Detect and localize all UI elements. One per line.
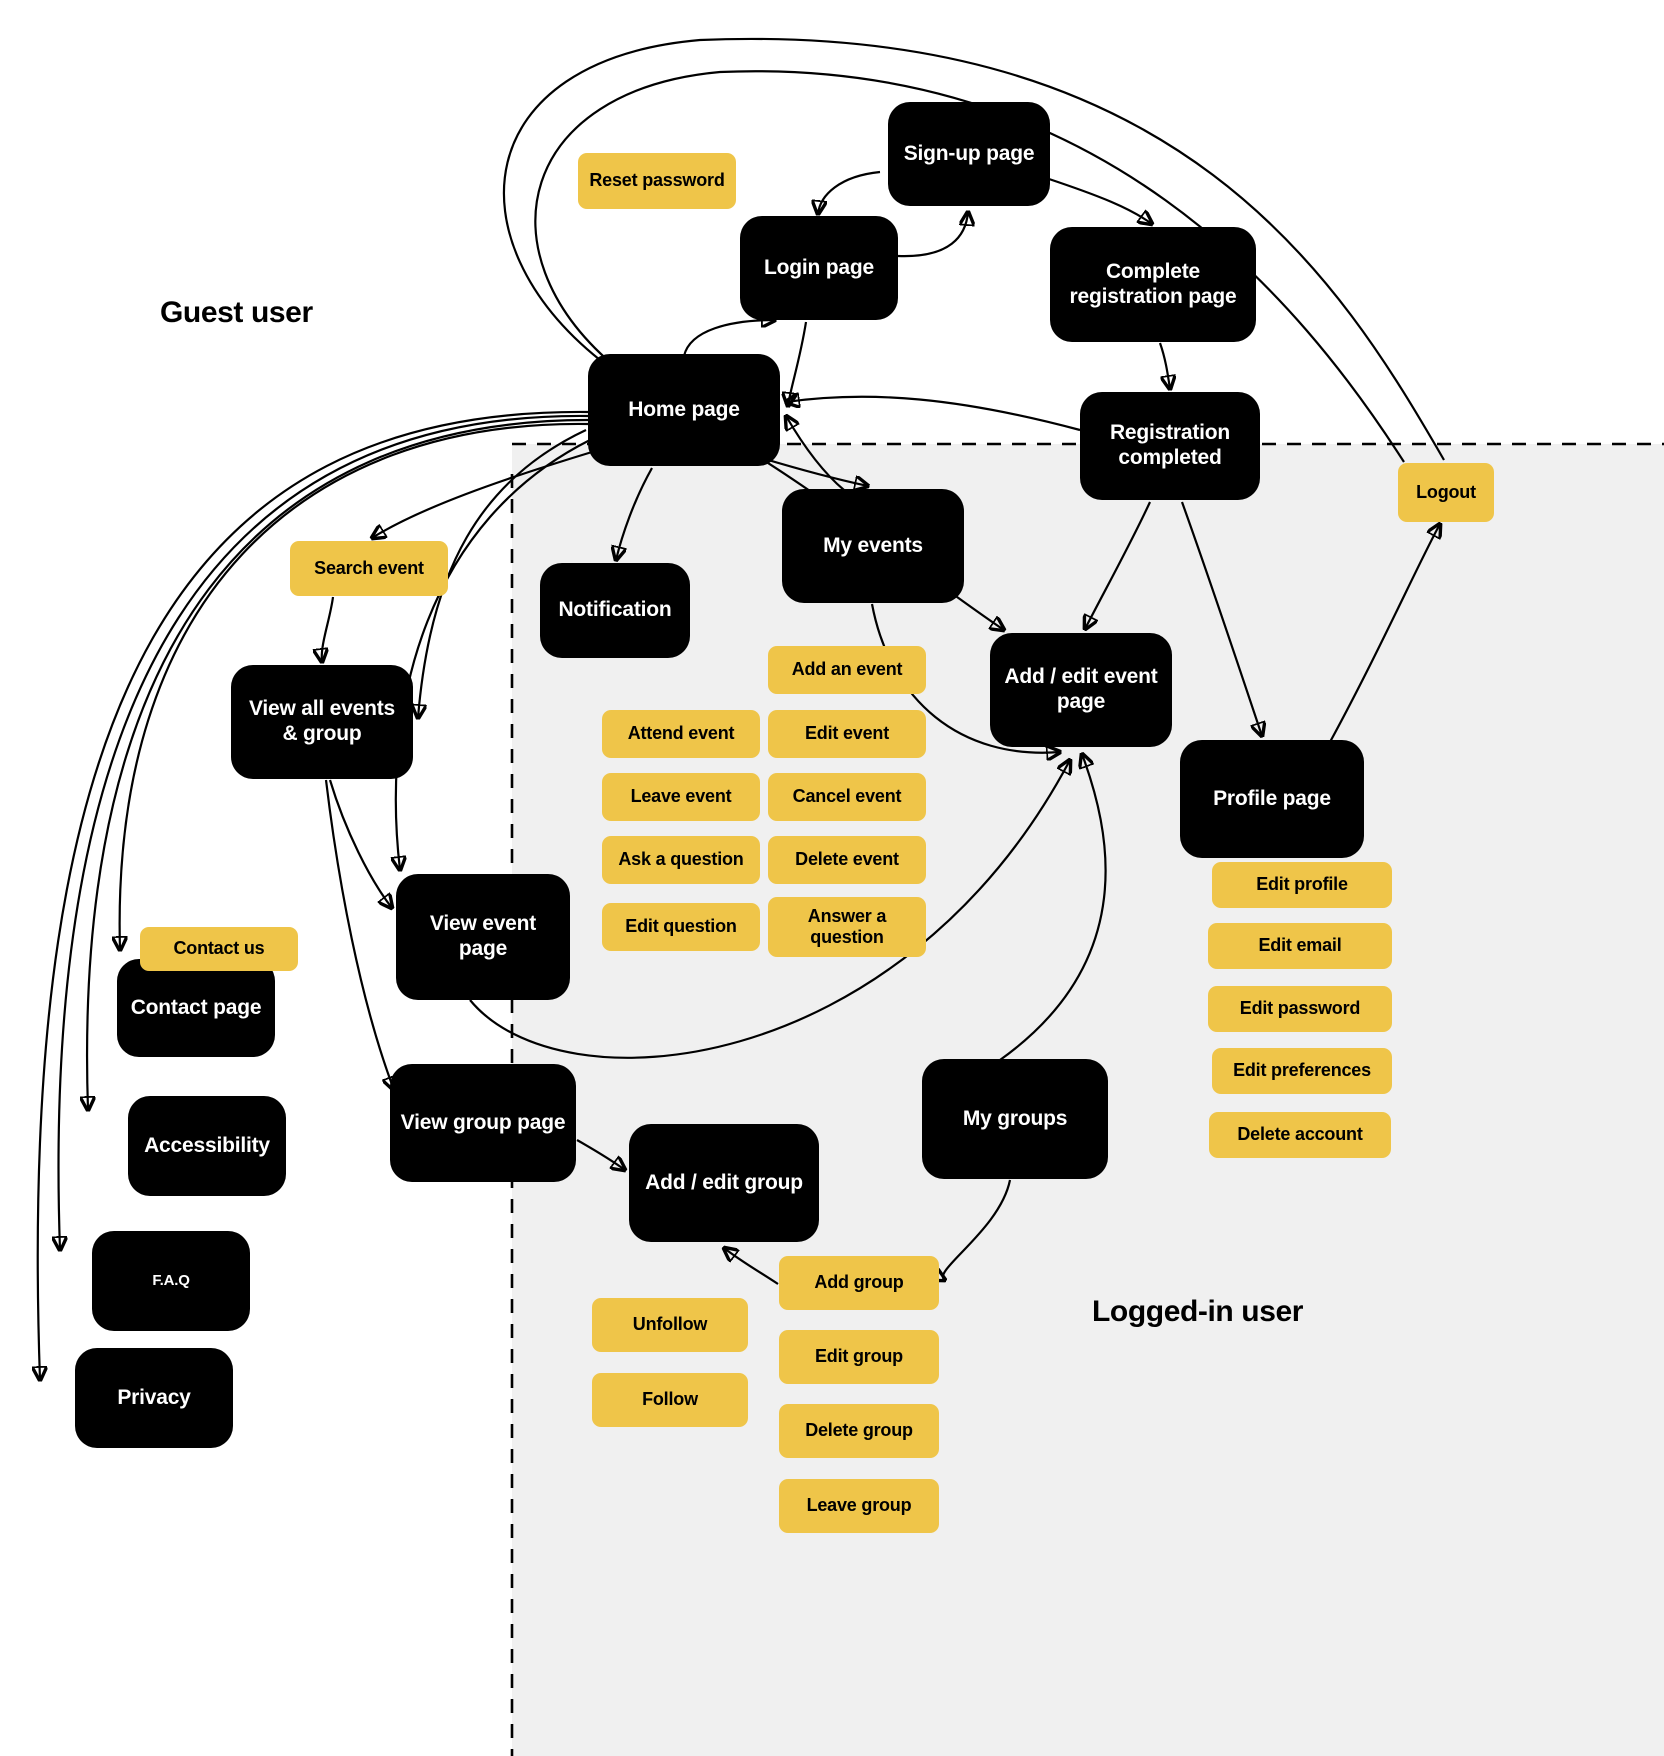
action-node-contact_us[interactable]: Contact us [140,927,298,971]
node-label: Accessibility [144,1133,270,1157]
action-node-reset_password[interactable]: Reset password [578,153,736,209]
page-node-add_edit_event[interactable]: Add / edit event page [990,633,1172,747]
page-node-privacy[interactable]: Privacy [75,1348,233,1448]
page-node-my_groups[interactable]: My groups [922,1059,1108,1179]
node-label: Edit event [804,723,890,744]
node-label: View event page [429,912,537,960]
page-node-login[interactable]: Login page [740,216,898,320]
node-label: Contact page [130,995,262,1019]
node-label: Follow [642,1389,698,1410]
edge-registration_done-to-home [786,397,1081,432]
node-label: Home page [628,397,740,421]
action-node-logout[interactable]: Logout [1398,463,1494,522]
action-node-delete_group[interactable]: Delete group [779,1404,939,1458]
node-label: Profile page [1213,786,1331,810]
node-label: F.A.Q [152,1272,190,1290]
node-label: Cancel event [792,786,902,807]
node-label: My events [823,533,923,557]
node-label: Add an event [791,659,903,680]
edge-view_all-to-view_event [328,779,392,908]
node-label: Edit password [1239,998,1361,1019]
node-label: Edit preferences [1233,1060,1371,1081]
node-label: Edit profile [1256,874,1348,895]
action-node-leave_event[interactable]: Leave event [602,773,760,821]
page-node-home[interactable]: Home page [588,354,780,466]
page-node-accessibility[interactable]: Accessibility [128,1096,286,1196]
node-label: Leave group [806,1495,912,1516]
page-node-sign_up[interactable]: Sign-up page [888,102,1050,206]
action-node-follow[interactable]: Follow [592,1373,748,1427]
action-node-leave_group[interactable]: Leave group [779,1479,939,1533]
node-label: Complete registration page [1069,259,1237,308]
page-node-my_events[interactable]: My events [782,489,964,603]
node-label: View all events & group [248,697,396,745]
action-node-answer_question[interactable]: Answer a question [768,897,926,957]
action-node-search_event[interactable]: Search event [290,541,448,596]
node-label: Edit group [815,1346,903,1367]
edge-sign_up-to-complete_reg [1045,176,1152,224]
node-label: Delete event [795,849,899,870]
node-label: Delete account [1237,1124,1363,1145]
node-label: View group page [400,1110,566,1134]
edge-home-to-login [682,320,775,357]
action-node-delete_account[interactable]: Delete account [1209,1112,1391,1158]
node-label: Contact us [173,938,265,959]
action-node-edit_profile[interactable]: Edit profile [1212,862,1392,908]
node-label: Answer a question [807,905,887,947]
node-label: Edit question [625,916,737,937]
node-label: Notification [558,598,672,622]
edge-complete_reg-to-registration_done [1158,342,1170,389]
node-label: Add / edit event page [1004,665,1158,713]
node-label: Attend event [627,723,735,744]
edge-sign_up-to-login [818,170,881,214]
action-node-cancel_event[interactable]: Cancel event [768,773,926,821]
action-node-unfollow[interactable]: Unfollow [592,1298,748,1352]
page-node-faq[interactable]: F.A.Q [92,1231,250,1331]
flow-diagram-canvas: Sign-up page Login page Complete registrat… [0,0,1664,1756]
page-node-contact[interactable]: Contact page [117,959,275,1057]
node-label: Ask a question [618,849,744,870]
action-node-edit_preferences[interactable]: Edit preferences [1212,1048,1392,1094]
node-label: Sign-up page [903,141,1035,165]
node-label: Edit email [1258,935,1342,956]
edge-login-to-sign_up [897,212,968,258]
action-node-edit_event[interactable]: Edit event [768,710,926,758]
node-label: Delete group [805,1420,913,1441]
edge-search_event-to-view_all [322,596,335,662]
page-node-view_all[interactable]: View all events & group [231,665,413,779]
action-node-ask_question[interactable]: Ask a question [602,836,760,884]
node-label: Search event [314,557,424,578]
node-label: Logout [1416,481,1476,502]
node-label: Reset password [589,170,725,191]
action-node-delete_event[interactable]: Delete event [768,836,926,884]
node-label: Privacy [117,1385,191,1409]
node-label: Registration completed [1109,421,1231,469]
action-node-edit_group[interactable]: Edit group [779,1330,939,1384]
action-node-edit_email[interactable]: Edit email [1208,923,1392,969]
action-node-edit_password[interactable]: Edit password [1208,986,1392,1032]
page-node-registration_done[interactable]: Registration completed [1080,392,1260,500]
page-node-notification[interactable]: Notification [540,563,690,658]
node-label: Leave event [630,786,732,807]
node-label: My groups [962,1106,1068,1130]
edge-login-to-home_return [788,321,808,406]
region-title-logged-in: Logged-in user [1092,1295,1304,1328]
edge-view_all-to-view_group [324,779,394,1090]
action-node-add_an_event[interactable]: Add an event [768,646,926,694]
page-node-profile[interactable]: Profile page [1180,740,1364,858]
node-label: Add group [814,1272,904,1293]
node-label: Login page [764,255,874,279]
page-node-complete_reg[interactable]: Complete registration page [1050,227,1256,342]
action-node-add_group[interactable]: Add group [779,1256,939,1310]
action-node-edit_question[interactable]: Edit question [602,903,760,951]
page-node-add_edit_group[interactable]: Add / edit group [629,1124,819,1242]
action-node-attend_event[interactable]: Attend event [602,710,760,758]
page-node-view_event[interactable]: View event page [396,874,570,1000]
node-label: Add / edit group [645,1170,803,1194]
page-node-view_group[interactable]: View group page [390,1064,576,1182]
node-label: Unfollow [632,1314,708,1335]
region-title-guest: Guest user [160,296,313,329]
